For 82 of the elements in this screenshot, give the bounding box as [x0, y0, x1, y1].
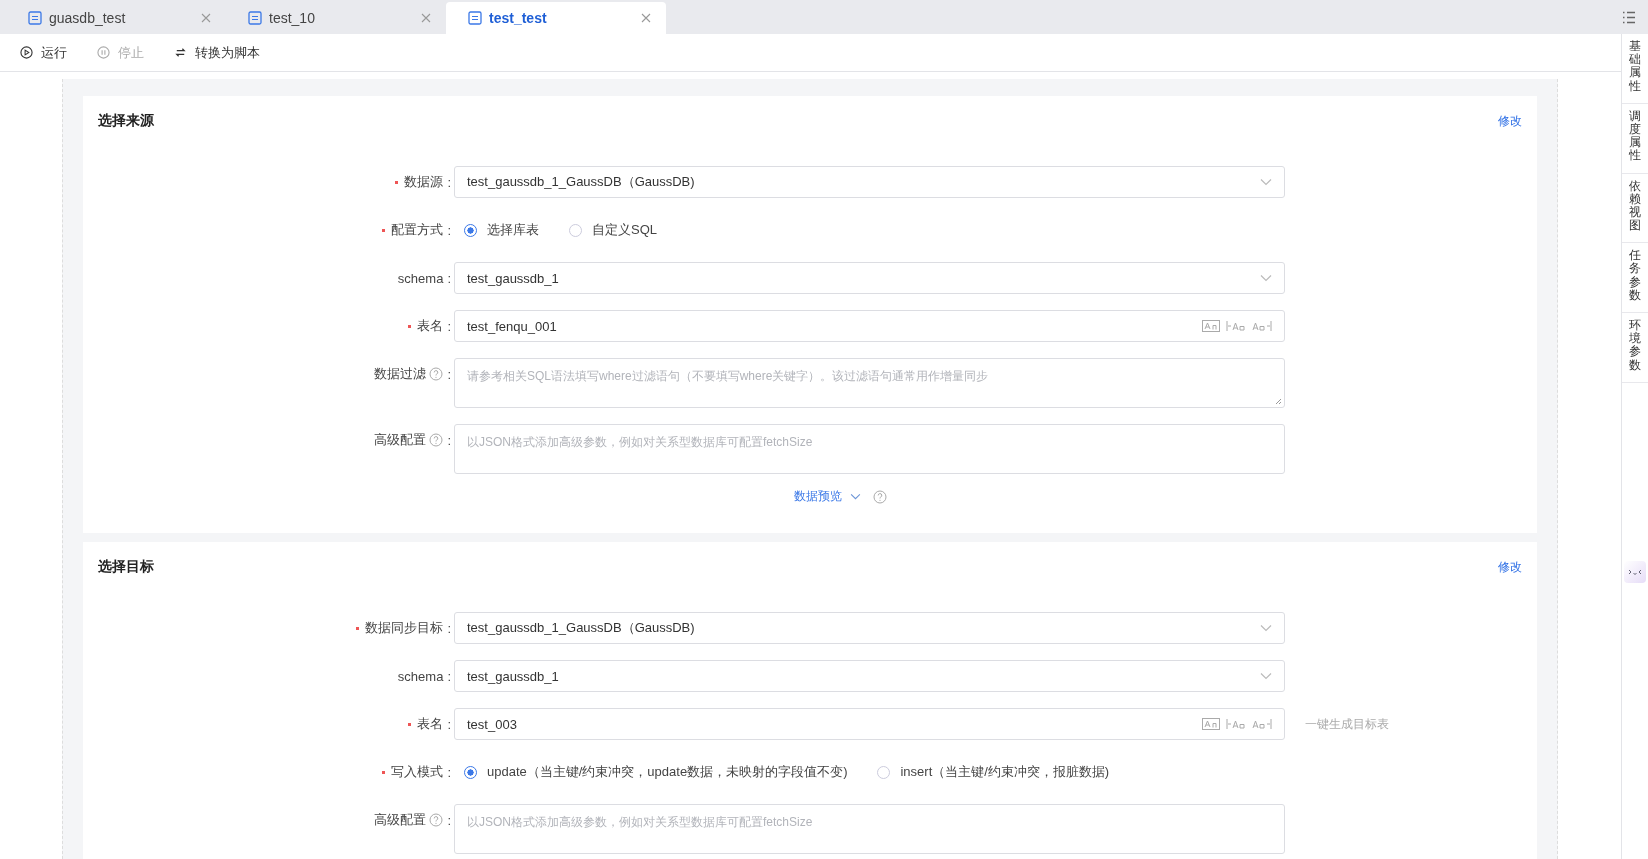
field-label: 数据过滤	[374, 365, 427, 383]
side-panel-tab[interactable]: 环境参数	[1622, 313, 1648, 383]
trim-left-icon[interactable]	[1226, 718, 1246, 730]
radio-button[interactable]	[464, 765, 477, 779]
table-icon	[468, 11, 482, 25]
label-colon: :	[447, 174, 451, 190]
label-colon: :	[447, 432, 451, 448]
editor-tab[interactable]: guasdb_test	[6, 2, 226, 34]
label-colon: :	[447, 366, 451, 382]
required-mark-icon	[407, 721, 413, 727]
table-icon	[28, 11, 42, 25]
radio-button[interactable]	[464, 223, 477, 237]
required-mark-icon	[355, 625, 361, 631]
trim-right-icon[interactable]	[1252, 320, 1272, 332]
close-icon[interactable]	[641, 13, 651, 23]
label-colon: :	[447, 270, 451, 286]
field-label: 高级配置	[374, 431, 427, 449]
editor-tab[interactable]: test_test	[446, 2, 666, 34]
radio-option[interactable]: update（当主键/约束冲突，update数据，未映射的字段值不变)	[464, 763, 848, 781]
play-icon	[20, 46, 33, 59]
field-label: schema	[397, 270, 444, 286]
trim-left-icon[interactable]	[1226, 320, 1246, 332]
required-mark-icon	[394, 179, 400, 185]
label-colon: :	[447, 716, 451, 732]
label-colon: :	[447, 668, 451, 684]
resize-handle-icon[interactable]	[1275, 398, 1282, 405]
match-case-icon[interactable]	[1202, 320, 1220, 332]
swap-icon	[174, 46, 187, 59]
assistant-icon[interactable]	[1624, 560, 1646, 583]
match-case-icon[interactable]	[1202, 718, 1220, 730]
field-label: 表名	[417, 715, 444, 733]
label-colon: :	[447, 812, 451, 828]
chevron-down-icon	[1260, 274, 1272, 282]
select-field[interactable]: test_gaussdb_1	[454, 262, 1285, 294]
run-button[interactable]: 运行	[20, 43, 67, 62]
label-colon: :	[447, 764, 451, 780]
field-label: 表名	[417, 317, 444, 335]
required-mark-icon	[381, 227, 387, 233]
radio-option[interactable]: insert（当主键/约束冲突，报脏数据)	[877, 763, 1110, 781]
section-title: 选择来源	[98, 112, 154, 130]
select-field[interactable]: test_gaussdb_1_GaussDB（GaussDB)	[454, 612, 1285, 644]
label-colon: :	[447, 318, 451, 334]
select-field[interactable]: test_gaussdb_1	[454, 660, 1285, 692]
pause-icon	[97, 46, 110, 59]
help-icon[interactable]	[429, 367, 444, 381]
chevron-down-icon	[1260, 178, 1272, 186]
required-mark-icon	[407, 323, 413, 329]
chevron-down-icon	[1260, 672, 1272, 680]
editor-tab[interactable]: test_10	[226, 2, 446, 34]
edit-link[interactable]: 修改	[1498, 558, 1522, 576]
convert-button[interactable]: 转换为脚本	[174, 43, 260, 62]
table-icon	[248, 11, 262, 25]
section-title: 选择目标	[98, 558, 154, 576]
side-panel-tab[interactable]: 调度属性	[1622, 103, 1648, 174]
trim-right-icon[interactable]	[1252, 718, 1272, 730]
data-preview-link[interactable]: 数据预览	[793, 488, 861, 505]
list-icon[interactable]	[1622, 10, 1636, 24]
field-label: 数据源	[404, 173, 444, 191]
label-colon: :	[447, 620, 451, 636]
help-icon[interactable]	[429, 433, 444, 447]
input-field[interactable]: test_003	[454, 708, 1285, 740]
required-mark-icon	[381, 769, 387, 775]
radio-option[interactable]: 自定义SQL	[569, 221, 657, 239]
edit-link[interactable]: 修改	[1498, 112, 1522, 130]
side-panel-tab[interactable]: 依赖视图	[1622, 173, 1648, 244]
select-field[interactable]: test_gaussdb_1_GaussDB（GaussDB)	[454, 166, 1285, 198]
chevron-down-icon	[1260, 624, 1272, 632]
label-colon: :	[447, 222, 451, 238]
chevron-down-icon	[849, 493, 861, 500]
field-label: 数据同步目标	[365, 619, 444, 637]
radio-option[interactable]: 选择库表	[464, 221, 539, 239]
help-icon[interactable]	[872, 489, 887, 504]
help-icon[interactable]	[429, 813, 444, 827]
close-icon[interactable]	[201, 13, 211, 23]
field-label: 高级配置	[374, 811, 427, 829]
close-icon[interactable]	[421, 13, 431, 23]
field-label: 配置方式	[391, 221, 444, 239]
side-panel-tab[interactable]: 任务参数	[1622, 243, 1648, 313]
input-field[interactable]: test_fenqu_001	[454, 310, 1285, 342]
field-label: 写入模式	[391, 763, 444, 781]
field-label: schema	[397, 668, 444, 684]
side-panel-tab[interactable]: 基础属性	[1622, 34, 1648, 104]
